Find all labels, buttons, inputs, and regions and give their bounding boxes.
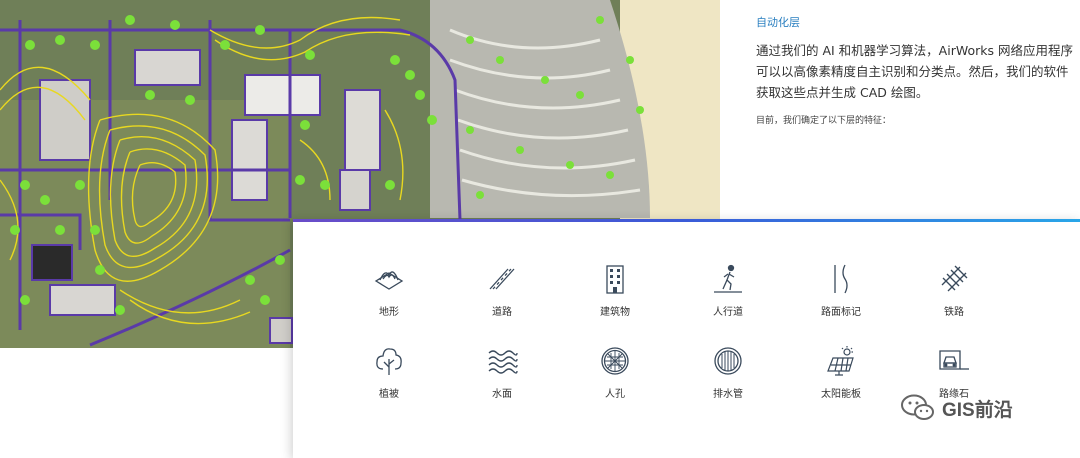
section-tag: 自动化层: [756, 16, 800, 29]
water-icon: [488, 350, 518, 374]
sidewalk-icon: [714, 264, 742, 293]
feature-label: 道路: [492, 307, 512, 318]
solar-panel-icon: [827, 346, 854, 376]
intro-note: 目前，我们确定了以下层的特征：: [756, 116, 892, 126]
feature-label: 建筑物: [600, 307, 630, 318]
feature-terrain: 地形: [334, 263, 444, 318]
feature-curb: 路缘石: [899, 345, 1009, 400]
feature-label: 地形: [379, 307, 399, 318]
manhole-icon: [601, 347, 629, 375]
feature-pavement-marking: 路面标记: [786, 263, 896, 318]
railway-icon: [941, 265, 968, 292]
terrain-icon: [374, 271, 404, 290]
feature-label: 铁路: [944, 307, 964, 318]
feature-label: 人孔: [605, 389, 625, 400]
intro-section: 自动化层 通过我们的 AI 和机器学习算法，AirWorks 网络应用程序可以以…: [756, 14, 1076, 126]
pavement-marking-icon: [834, 264, 848, 294]
feature-sidewalk: 人行道: [673, 263, 783, 318]
feature-drain: 排水管: [673, 345, 783, 400]
curb-icon: [939, 350, 969, 370]
feature-manhole: 人孔: [560, 345, 670, 400]
drain-icon: [714, 347, 742, 375]
feature-label: 植被: [379, 389, 399, 400]
vegetation-icon: [376, 348, 402, 375]
road-icon: [489, 268, 515, 290]
intro-paragraph: 通过我们的 AI 和机器学习算法，AirWorks 网络应用程序可以以高像素精度…: [756, 43, 1073, 100]
feature-label: 太阳能板: [821, 389, 861, 400]
feature-vegetation: 植被: [334, 345, 444, 400]
feature-label: 排水管: [713, 389, 743, 400]
feature-solar-panel: 太阳能板: [786, 345, 896, 400]
feature-road: 道路: [447, 263, 557, 318]
building-icon: [606, 265, 624, 294]
feature-building: 建筑物: [560, 263, 670, 318]
feature-label: 路面标记: [821, 307, 861, 318]
feature-water: 水面: [447, 345, 557, 400]
wechat-icon: [901, 394, 934, 420]
feature-label: 水面: [492, 389, 512, 400]
watermark-text: GIS前沿: [942, 399, 1013, 421]
card-accent-bar: [293, 219, 1080, 222]
feature-railway: 铁路: [899, 263, 1009, 318]
watermark: GIS前沿: [900, 393, 1013, 423]
feature-label: 人行道: [713, 307, 743, 318]
